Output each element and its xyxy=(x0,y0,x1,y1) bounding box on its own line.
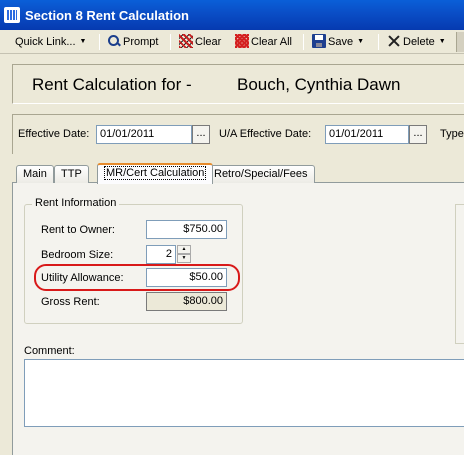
gross-rent-label: Gross Rent: xyxy=(41,296,100,308)
tab-mr-cert-label: MR/Cert Calculation xyxy=(104,166,207,180)
rent-to-owner-field[interactable]: $750.00 xyxy=(146,220,227,239)
quick-link-button[interactable]: Quick Link... ▼ xyxy=(15,33,86,51)
toolbar-overflow[interactable] xyxy=(456,32,464,52)
bedroom-size-field[interactable]: 2 xyxy=(146,245,176,264)
utility-allowance-label: Utility Allowance: xyxy=(41,272,124,284)
toolbar-separator xyxy=(99,34,100,50)
chevron-down-icon: ▼ xyxy=(357,38,365,46)
quick-link-label: Quick Link... xyxy=(15,36,76,48)
clear-all-icon xyxy=(235,34,249,48)
toolbar-separator xyxy=(170,34,171,50)
prompt-button[interactable]: Prompt xyxy=(107,33,158,51)
rent-information-title: Rent Information xyxy=(32,197,120,209)
save-label: Save xyxy=(328,36,354,48)
title-bar: Section 8 Rent Calculation xyxy=(0,0,464,30)
comment-textarea[interactable] xyxy=(24,359,464,427)
stepper-down-icon[interactable]: ▼ xyxy=(177,254,191,263)
tab-retro-label: Retro/Special/Fees xyxy=(214,168,308,180)
delete-icon xyxy=(387,34,401,48)
type-label: Type: xyxy=(440,128,464,140)
tab-mr-cert-calculation[interactable]: MR/Cert Calculation xyxy=(97,163,214,184)
effective-date-label: Effective Date: xyxy=(18,128,90,140)
delete-label: Delete xyxy=(403,36,435,48)
effective-date-browse-button[interactable]: ... xyxy=(192,125,210,144)
app-icon xyxy=(4,7,20,23)
tab-retro-special-fees[interactable]: Retro/Special/Fees xyxy=(207,165,315,183)
toolbar: Quick Link... ▼ Prompt Clear Clear All Sa… xyxy=(0,30,464,54)
ua-effective-date-field[interactable]: 01/01/2011 xyxy=(325,125,409,144)
chevron-down-icon: ▼ xyxy=(79,38,87,46)
prompt-label: Prompt xyxy=(123,36,159,48)
toolbar-separator xyxy=(378,34,379,50)
clear-all-button[interactable]: Clear All xyxy=(235,33,292,51)
delete-button[interactable]: Delete ▼ xyxy=(387,33,446,51)
tab-ttp[interactable]: TTP xyxy=(54,165,89,183)
stepper-up-icon[interactable]: ▲ xyxy=(177,245,191,254)
clear-label: Clear xyxy=(195,36,222,48)
utility-allowance-field[interactable]: $50.00 xyxy=(146,268,227,287)
tenant-name: Bouch, Cynthia Dawn xyxy=(237,75,401,94)
tab-ttp-label: TTP xyxy=(61,168,82,180)
rent-to-owner-label: Rent to Owner: xyxy=(41,224,115,236)
right-group-frame xyxy=(455,204,464,344)
bedroom-size-stepper[interactable]: ▲ ▼ xyxy=(177,245,191,263)
search-icon xyxy=(107,34,121,48)
window-title: Section 8 Rent Calculation xyxy=(25,8,189,23)
header-label: Rent Calculation for - xyxy=(32,75,192,94)
ua-effective-date-label: U/A Effective Date: xyxy=(219,128,312,140)
clear-button[interactable]: Clear xyxy=(179,33,221,51)
clear-icon xyxy=(179,34,193,48)
bedroom-size-label: Bedroom Size: xyxy=(41,249,114,261)
tab-main-label: Main xyxy=(23,168,47,180)
save-icon xyxy=(312,34,326,48)
comment-label: Comment: xyxy=(24,345,75,357)
effective-date-field[interactable]: 01/01/2011 xyxy=(96,125,192,144)
rent-calculation-header: Rent Calculation for - Bouch, Cynthia Da… xyxy=(12,64,464,104)
tab-main[interactable]: Main xyxy=(16,165,54,183)
ua-effective-date-browse-button[interactable]: ... xyxy=(409,125,427,144)
gross-rent-value: $800.00 xyxy=(146,292,227,311)
toolbar-separator xyxy=(303,34,304,50)
save-button[interactable]: Save ▼ xyxy=(312,33,364,51)
chevron-down-icon: ▼ xyxy=(438,38,446,46)
clear-all-label: Clear All xyxy=(251,36,292,48)
